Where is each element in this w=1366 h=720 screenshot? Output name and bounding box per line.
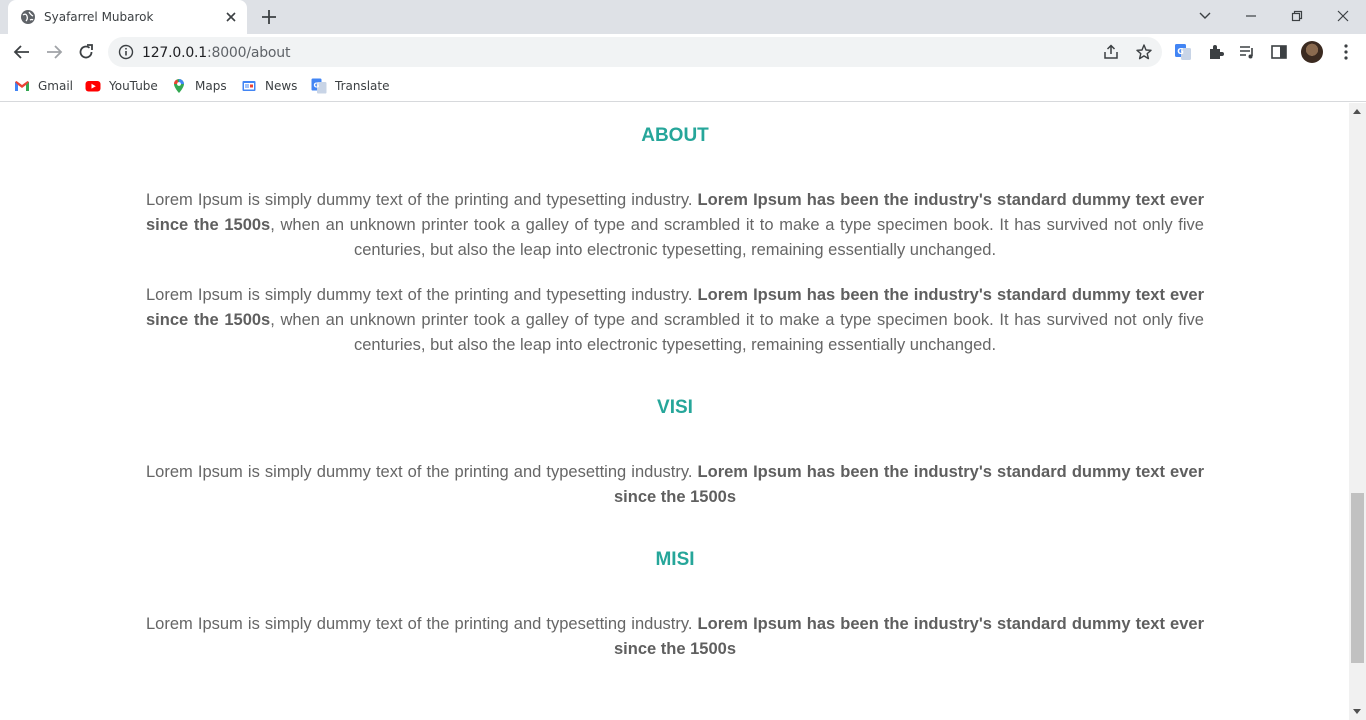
scrollbar-thumb[interactable] — [1351, 493, 1364, 663]
page-scrollbar[interactable] — [1349, 103, 1366, 720]
translate-icon: G — [311, 78, 327, 94]
browser-toolbar: 127.0.0.1:8000/about G — [0, 34, 1366, 70]
tab-search-chevron-icon[interactable] — [1182, 0, 1228, 32]
youtube-icon — [85, 81, 101, 92]
address-bar[interactable]: 127.0.0.1:8000/about — [108, 37, 1162, 67]
misi-paragraph: Lorem Ipsum is simply dummy text of the … — [146, 612, 1204, 662]
bookmark-news[interactable]: News — [241, 76, 297, 96]
bookmark-label: Maps — [195, 79, 227, 93]
maps-icon — [174, 79, 184, 93]
url-text[interactable]: 127.0.0.1:8000/about — [142, 45, 290, 61]
forward-arrow-icon[interactable] — [42, 40, 66, 64]
paragraph-lead-text: Lorem Ipsum is simply dummy text of the … — [146, 615, 698, 633]
site-info-icon[interactable] — [118, 44, 134, 60]
tab-title: Syafarrel Mubarok — [44, 10, 154, 24]
url-host: 127.0.0.1 — [142, 45, 207, 61]
media-queue-icon[interactable] — [1237, 42, 1257, 62]
new-tab-plus-icon[interactable] — [260, 8, 278, 26]
url-path: :8000/about — [207, 45, 291, 61]
news-icon — [242, 81, 256, 91]
kebab-menu-icon[interactable] — [1336, 42, 1356, 62]
paragraph-lead-text: Lorem Ipsum is simply dummy text of the … — [146, 286, 698, 304]
bookmark-maps[interactable]: Maps — [171, 76, 227, 96]
bookmark-star-icon[interactable] — [1135, 43, 1153, 61]
visi-paragraph: Lorem Ipsum is simply dummy text of the … — [146, 460, 1204, 510]
close-tab-icon[interactable] — [223, 9, 239, 25]
paragraph-bold-text: Lorem Ipsum has been the industry's stan… — [614, 463, 1204, 506]
scroll-down-arrow-icon[interactable] — [1353, 709, 1361, 714]
svg-text:G: G — [1177, 47, 1184, 56]
paragraph-lead-text: Lorem Ipsum is simply dummy text of the … — [146, 463, 698, 481]
extensions-puzzle-icon[interactable] — [1206, 42, 1226, 62]
bookmark-label: Translate — [335, 79, 390, 93]
reload-icon[interactable] — [74, 40, 98, 64]
misi-heading: MISI — [655, 549, 695, 570]
gmail-icon — [15, 81, 29, 91]
page-viewport: ABOUT Lorem Ipsum is simply dummy text o… — [0, 103, 1349, 720]
bookmark-gmail[interactable]: Gmail — [14, 76, 73, 96]
bookmark-label: News — [265, 79, 298, 93]
back-arrow-icon[interactable] — [10, 40, 34, 64]
restore-icon[interactable] — [1274, 0, 1320, 32]
bookmark-youtube[interactable]: YouTube — [85, 76, 158, 96]
scroll-up-arrow-icon[interactable] — [1353, 109, 1361, 114]
svg-text:G: G — [314, 82, 320, 90]
paragraph-tail-text: , when an unknown printer took a galley … — [270, 216, 1204, 259]
visi-heading: VISI — [657, 397, 693, 418]
about-paragraph-1: Lorem Ipsum is simply dummy text of the … — [146, 188, 1204, 263]
google-translate-extension-icon[interactable]: G — [1173, 42, 1193, 62]
bookmark-label: YouTube — [109, 79, 158, 93]
share-icon[interactable] — [1102, 43, 1120, 61]
browser-tab-active[interactable]: Syafarrel Mubarok — [8, 0, 247, 34]
profile-avatar[interactable] — [1301, 41, 1323, 63]
bookmark-translate[interactable]: G Translate — [311, 76, 390, 96]
tab-strip: Syafarrel Mubarok — [0, 0, 1366, 34]
about-paragraph-2: Lorem Ipsum is simply dummy text of the … — [146, 283, 1204, 358]
paragraph-lead-text: Lorem Ipsum is simply dummy text of the … — [146, 191, 698, 209]
globe-icon — [21, 10, 35, 24]
bookmark-label: Gmail — [38, 79, 74, 93]
paragraph-bold-text: Lorem Ipsum has been the industry's stan… — [614, 615, 1204, 658]
about-heading: ABOUT — [641, 125, 709, 146]
side-panel-icon[interactable] — [1269, 42, 1289, 62]
minimize-icon[interactable] — [1228, 0, 1274, 32]
paragraph-tail-text: , when an unknown printer took a galley … — [270, 311, 1204, 354]
close-window-icon[interactable] — [1320, 0, 1366, 32]
bookmarks-bar: Gmail YouTube Maps News G Translate — [0, 70, 1366, 102]
